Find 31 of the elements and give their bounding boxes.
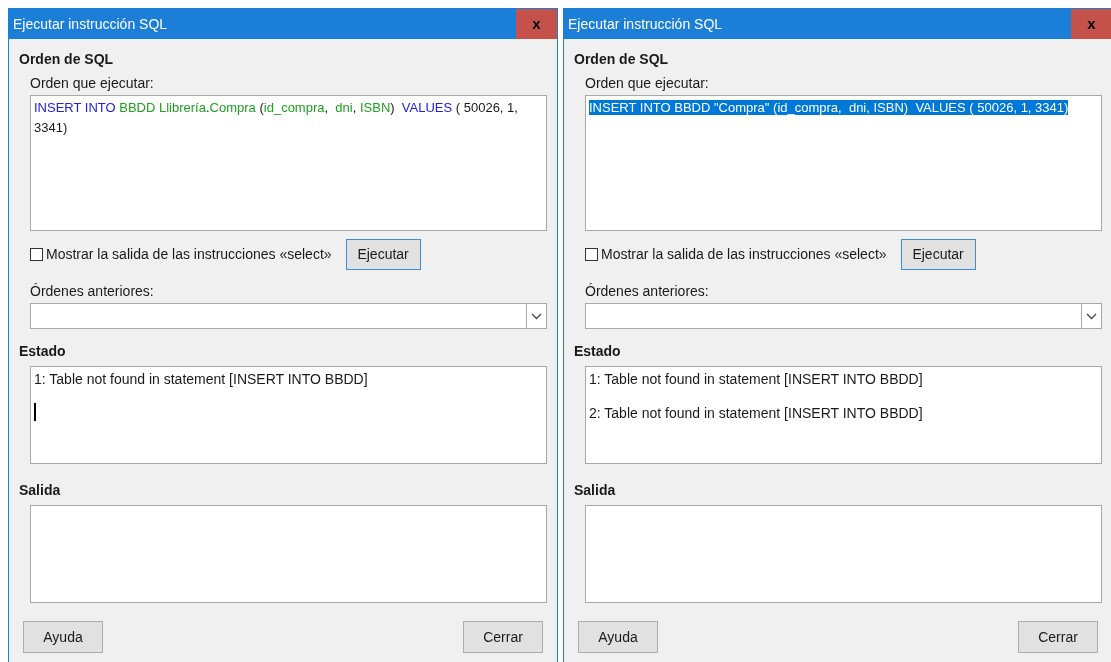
- section-heading: Estado: [574, 342, 622, 361]
- section-heading: Salida: [574, 481, 617, 500]
- execute-button[interactable]: Ejecutar: [345, 239, 421, 270]
- checkbox-label[interactable]: Mostrar la salida de las instrucciones «select»: [46, 244, 332, 265]
- help-button[interactable]: Ayuda: [23, 621, 103, 653]
- field-label: Orden que ejecutar:: [29, 74, 155, 93]
- close-button[interactable]: x: [516, 9, 557, 39]
- help-button[interactable]: Ayuda: [578, 621, 658, 653]
- status-message: 2: Table not found in statement [INSERT INTO BBDD]: [589, 404, 924, 423]
- execute-button[interactable]: Ejecutar: [900, 239, 976, 270]
- section-heading: Salida: [19, 481, 62, 500]
- field-label: Órdenes anteriores:: [29, 282, 155, 301]
- chevron-down-icon: [531, 312, 542, 320]
- checkbox[interactable]: [585, 248, 598, 261]
- checkbox-label[interactable]: Mostrar la salida de las instrucciones «select»: [601, 244, 887, 265]
- sql-command-field[interactable]: INSERT INTO BBDD Llibrería.Compra (id_compra, dni, ISBN) VALUES ( 50026, 1, 3341): [30, 95, 547, 231]
- close-dialog-button[interactable]: Cerrar: [463, 621, 543, 653]
- chevron-down-icon: [1086, 312, 1097, 320]
- field-label: Orden que ejecutar:: [584, 74, 710, 93]
- sql-command-field[interactable]: INSERT INTO BBDD "Compra" (id_compra, dni, ISBN) VALUES ( 50026, 1, 3341): [585, 95, 1102, 231]
- window-title: Ejecutar instrucción SQL: [567, 14, 723, 34]
- section-heading: Orden de SQL: [19, 50, 115, 69]
- close-button[interactable]: x: [1071, 9, 1111, 39]
- section-heading: Estado: [19, 342, 67, 361]
- status-message: 1: Table not found in statement [INSERT INTO BBDD]: [589, 370, 924, 389]
- close-dialog-button[interactable]: Cerrar: [1018, 621, 1098, 653]
- section-heading: Orden de SQL: [574, 50, 670, 69]
- status-message: 1: Table not found in statement [INSERT INTO BBDD]: [34, 370, 369, 389]
- field-label: Órdenes anteriores:: [584, 282, 710, 301]
- checkbox[interactable]: [30, 248, 43, 261]
- window-title: Ejecutar instrucción SQL: [12, 14, 168, 34]
